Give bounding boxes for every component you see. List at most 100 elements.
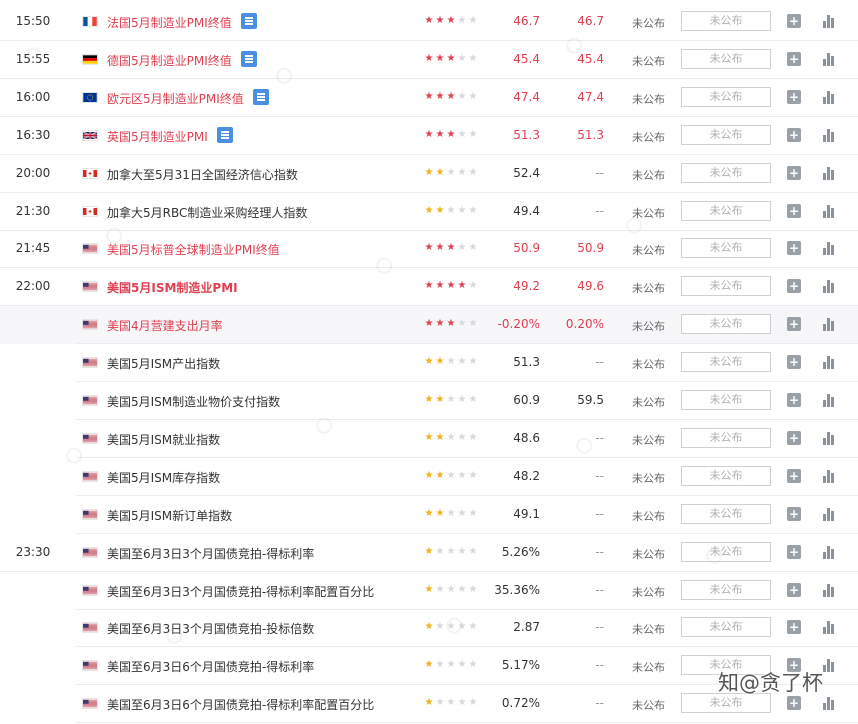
actual-input-box[interactable]: 未公布: [681, 617, 771, 638]
actual-input-box[interactable]: 未公布: [681, 390, 771, 410]
actual-input-box[interactable]: 未公布: [681, 200, 771, 221]
event-name-link[interactable]: 欧元区5月制造业PMI终值: [107, 90, 244, 107]
event-name-link[interactable]: 美国至6月3日6个月国债竞拍-得标利率配置百分比: [107, 696, 374, 713]
bar-chart-icon[interactable]: [822, 204, 836, 218]
bar-chart-icon[interactable]: [822, 507, 836, 521]
bar-chart-icon[interactable]: [822, 658, 836, 673]
forecast-value: --: [595, 544, 604, 559]
star-filled-icon: ★: [424, 128, 434, 140]
star-filled-icon: ★: [424, 394, 434, 405]
bar-chart-icon[interactable]: [822, 279, 836, 294]
event-name-link[interactable]: 加拿大至5月31日全国经济信心指数: [107, 166, 298, 183]
event-name-link[interactable]: 美国5月标普全球制造业PMI终值: [107, 241, 280, 258]
usa-flag-icon: [82, 432, 98, 444]
event-name-link[interactable]: 德国5月制造业PMI终值: [107, 52, 232, 69]
add-reminder-plus-icon[interactable]: +: [787, 14, 801, 28]
add-reminder-plus-icon[interactable]: +: [787, 89, 801, 104]
bar-chart-icon[interactable]: [822, 620, 836, 635]
usa-flag-icon: [82, 622, 98, 634]
bar-chart-icon[interactable]: [822, 469, 836, 483]
table-row: 美国5月ISM制造业物价支付指数 ★ ★ ★ ★ ★ 60.9 59.5 未公布 未公布 +: [0, 382, 858, 420]
bar-chart-icon[interactable]: [822, 90, 836, 104]
event-name-link[interactable]: 美国至6月3日6个月国债竞拍-得标利率: [107, 658, 314, 675]
forecast-value: 0.20%: [565, 317, 604, 332]
add-reminder-plus-icon[interactable]: +: [787, 203, 801, 218]
bar-chart-icon[interactable]: [822, 52, 836, 66]
star-empty-icon: ★: [446, 697, 456, 709]
event-name-link[interactable]: 英国5月制造业PMI: [107, 128, 208, 145]
add-reminder-plus-icon[interactable]: +: [787, 582, 801, 597]
event-name-link[interactable]: 美国至6月3日3个月国债竞拍-得标利率: [107, 545, 314, 562]
actual-input-box[interactable]: 未公布: [681, 86, 771, 107]
add-reminder-plus-icon[interactable]: +: [787, 355, 801, 370]
actual-value: 未公布: [632, 433, 665, 447]
add-reminder-plus-icon[interactable]: +: [787, 544, 801, 559]
actual-input-box[interactable]: 未公布: [681, 48, 771, 69]
previous-value: 52.4: [513, 165, 540, 180]
actual-input-box[interactable]: 未公布: [681, 314, 771, 335]
canada-flag-icon: [82, 205, 98, 217]
add-reminder-plus-icon[interactable]: +: [787, 506, 801, 521]
interpretation-doc-icon[interactable]: [217, 126, 233, 143]
add-reminder-plus-icon[interactable]: +: [787, 317, 801, 332]
actual-input-box[interactable]: 未公布: [681, 352, 771, 373]
add-reminder-plus-icon[interactable]: +: [787, 165, 801, 180]
interpretation-doc-icon[interactable]: [241, 13, 257, 29]
add-reminder-plus-icon[interactable]: +: [787, 279, 801, 294]
bar-chart-icon[interactable]: [822, 393, 836, 407]
bar-chart-icon[interactable]: [822, 431, 836, 445]
star-filled-icon: ★: [424, 583, 434, 595]
actual-input-box[interactable]: 未公布: [681, 465, 771, 486]
star-filled-icon: ★: [435, 204, 445, 216]
bar-chart-icon[interactable]: [822, 241, 836, 256]
add-reminder-plus-icon[interactable]: +: [787, 51, 801, 66]
france-flag-icon: [82, 16, 98, 27]
actual-input-box[interactable]: 未公布: [681, 541, 771, 562]
bar-chart-icon[interactable]: [822, 14, 836, 28]
star-filled-icon: ★: [435, 356, 445, 368]
actual-input-box[interactable]: 未公布: [681, 276, 771, 297]
actual-input-box[interactable]: 未公布: [681, 11, 771, 31]
bar-chart-icon[interactable]: [822, 128, 836, 142]
bar-chart-icon[interactable]: [822, 166, 836, 180]
event-name-link[interactable]: 美国至6月3日3个月国债竞拍-得标利率配置百分比: [107, 583, 374, 600]
actual-input-box[interactable]: 未公布: [681, 503, 771, 524]
interpretation-doc-icon[interactable]: [241, 50, 257, 67]
event-name-link[interactable]: 美国5月ISM新订单指数: [107, 507, 232, 524]
bar-chart-icon[interactable]: [822, 583, 836, 597]
actual-input-box[interactable]: 未公布: [681, 579, 771, 600]
add-reminder-plus-icon[interactable]: +: [787, 696, 801, 711]
event-name-link[interactable]: 美国5月ISM库存指数: [107, 469, 220, 486]
event-name-link[interactable]: 美国4月营建支出月率: [107, 317, 223, 334]
interpretation-doc-icon[interactable]: [253, 88, 269, 105]
add-reminder-plus-icon[interactable]: +: [787, 127, 801, 142]
add-reminder-plus-icon[interactable]: +: [787, 468, 801, 483]
add-reminder-plus-icon[interactable]: +: [787, 620, 801, 635]
table-row: 15:50 法国5月制造业PMI终值 ★ ★ ★ ★ ★ 46.7 46.7 未公布 未公布 +: [0, 3, 858, 41]
event-name-link[interactable]: 美国5月ISM制造业物价支付指数: [107, 393, 280, 410]
actual-input-box[interactable]: 未公布: [681, 124, 771, 145]
actual-value: 未公布: [632, 320, 665, 334]
bar-chart-icon[interactable]: [822, 317, 836, 332]
actual-input-box[interactable]: 未公布: [681, 162, 771, 183]
add-reminder-plus-icon[interactable]: +: [787, 393, 801, 407]
star-filled-icon: ★: [424, 697, 434, 709]
event-name-link[interactable]: 美国5月ISM制造业PMI: [107, 279, 238, 296]
event-name-link[interactable]: 法国5月制造业PMI终值: [107, 14, 232, 31]
star-empty-icon: ★: [446, 469, 456, 481]
star-filled-icon: ★: [424, 621, 434, 633]
bar-chart-icon[interactable]: [822, 545, 836, 559]
add-reminder-plus-icon[interactable]: +: [787, 430, 801, 445]
event-name-link[interactable]: 美国5月ISM产出指数: [107, 355, 220, 372]
actual-value: 未公布: [632, 699, 665, 713]
usa-flag-icon: [82, 698, 98, 710]
event-name-link[interactable]: 加拿大5月RBC制造业采购经理人指数: [107, 204, 307, 221]
usa-flag-icon: [82, 660, 98, 672]
actual-input-box[interactable]: 未公布: [681, 238, 771, 259]
actual-input-box[interactable]: 未公布: [681, 427, 771, 448]
event-name-link[interactable]: 美国5月ISM就业指数: [107, 431, 220, 448]
bar-chart-icon[interactable]: [822, 696, 836, 711]
add-reminder-plus-icon[interactable]: +: [787, 241, 801, 256]
event-name-link[interactable]: 美国至6月3日3个月国债竞拍-投标倍数: [107, 620, 314, 637]
bar-chart-icon[interactable]: [822, 355, 836, 370]
